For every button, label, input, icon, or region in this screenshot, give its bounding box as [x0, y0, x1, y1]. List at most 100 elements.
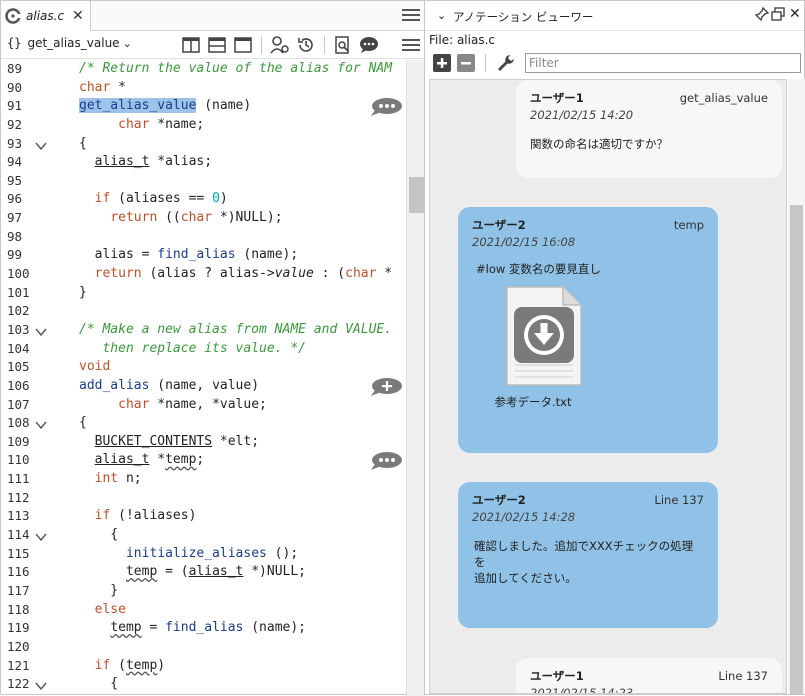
line-number: 108 — [7, 415, 30, 431]
code-line[interactable]: 114 { — [1, 526, 406, 545]
line-number: 90 — [7, 79, 23, 95]
fold-toggle-icon[interactable] — [35, 679, 47, 696]
code-line[interactable]: 105 void — [1, 358, 406, 377]
function-selector-value: get_alias_value — [27, 36, 120, 50]
code-line[interactable]: 101} — [1, 284, 406, 303]
user-settings-icon[interactable] — [270, 35, 290, 55]
code-line[interactable]: 112 — [1, 489, 406, 508]
add-annotation-icon[interactable] — [433, 54, 451, 72]
function-selector[interactable]: {} get_alias_value ⌄ — [7, 36, 132, 50]
code-line[interactable]: 102 — [1, 302, 406, 321]
editor-scrollbar[interactable] — [406, 60, 425, 696]
annotation-date: 2021/02/15 14:23 — [530, 686, 634, 694]
code-line[interactable]: 90 char * — [1, 79, 406, 98]
restore-window-icon[interactable] — [771, 7, 785, 21]
code-line[interactable]: 96 if (aliases == 0) — [1, 190, 406, 209]
line-number: 112 — [7, 489, 30, 505]
code-line[interactable]: 106 add_alias (name, value) — [1, 377, 406, 396]
code-line[interactable]: 119 temp = find_alias (name); — [1, 619, 406, 638]
annotation-card[interactable]: ユーザー2 Line 137 2021/02/15 14:28 確認しました。追… — [458, 482, 718, 628]
code-text: alias_t *temp; — [94, 452, 205, 468]
code-line[interactable]: 111 int n; — [1, 470, 406, 489]
attachment-filename[interactable]: 参考データ.txt — [472, 394, 594, 410]
code-text: int n; — [94, 471, 142, 487]
line-number: 100 — [7, 266, 30, 282]
annotation-list[interactable]: ユーザー1 get_alias_value 2021/02/15 14:20 関… — [429, 79, 787, 694]
code-line[interactable]: 121 if (temp) — [1, 657, 406, 676]
wrench-icon[interactable] — [496, 53, 516, 73]
close-icon[interactable]: ✕ — [72, 8, 84, 24]
code-text: alias_t *alias; — [94, 154, 213, 170]
code-text: return (alias ? alias->value : (char * — [94, 266, 393, 282]
code-line[interactable]: 104 then replace its value. */ — [1, 340, 406, 359]
code-line[interactable]: 92 char *name; — [1, 116, 406, 135]
code-line[interactable]: 93 { — [1, 135, 406, 154]
chevron-down-icon[interactable]: ⌄ — [437, 9, 446, 22]
line-number: 104 — [7, 340, 30, 356]
code-line[interactable]: 95 — [1, 172, 406, 191]
annotation-viewer-panel: ⌄ アノテーション ビューワー ✕ File: alias.c ユーザー1 ge… — [424, 0, 805, 695]
annotation-card[interactable]: ユーザー1 Line 137 2021/02/15 14:23 — [516, 658, 782, 694]
code-line[interactable]: 107 char *name, *value; — [1, 396, 406, 415]
braces-icon: {} — [7, 36, 22, 50]
line-number: 113 — [7, 508, 30, 524]
close-icon[interactable]: ✕ — [789, 6, 801, 22]
code-line[interactable]: 118 else — [1, 601, 406, 620]
line-number: 91 — [7, 98, 23, 114]
code-line[interactable]: 115 initialize_aliases (); — [1, 545, 406, 564]
annotation-author: ユーザー2 — [472, 218, 526, 232]
panel-title: アノテーション ビューワー — [453, 10, 594, 24]
history-icon[interactable] — [296, 35, 316, 55]
code-line[interactable]: 109 BUCKET_CONTENTS *elt; — [1, 433, 406, 452]
code-line[interactable]: 99 alias = find_alias (name); — [1, 246, 406, 265]
code-line[interactable]: 110 alias_t *temp; — [1, 451, 406, 471]
tab-alias-c[interactable]: alias.c ✕ — [1, 1, 91, 31]
code-text: /* Make a new alias from NAME and VALUE. — [79, 321, 393, 337]
editor-scrollbar-thumb[interactable] — [409, 177, 424, 213]
line-number: 105 — [7, 359, 30, 375]
code-line[interactable]: 97 return ((char *)NULL); — [1, 209, 406, 228]
panel-scrollbar-thumb[interactable] — [790, 205, 803, 695]
code-text: temp = find_alias (name); — [110, 620, 307, 636]
code-text: temp = (alias_t *)NULL; — [125, 564, 307, 580]
code-line[interactable]: 113 if (!aliases) — [1, 507, 406, 526]
hamburger-menu-icon[interactable] — [401, 37, 421, 53]
code-text: if (temp) — [94, 657, 166, 673]
code-area[interactable]: 89 /* Return the value of the alias for N… — [1, 60, 406, 696]
document-search-icon[interactable] — [333, 35, 353, 55]
line-number: 89 — [7, 61, 23, 76]
split-vertical-icon[interactable] — [181, 35, 201, 55]
single-pane-icon[interactable] — [233, 35, 253, 55]
editor-tab-bar: alias.c ✕ — [1, 1, 424, 31]
code-line[interactable]: 89 /* Return the value of the alias for N… — [1, 60, 406, 79]
line-number: 99 — [7, 247, 23, 263]
annotation-card[interactable]: ユーザー1 get_alias_value 2021/02/15 14:20 関… — [516, 80, 782, 178]
code-line[interactable]: 116 temp = (alias_t *)NULL; — [1, 563, 406, 582]
code-line[interactable]: 117 } — [1, 582, 406, 601]
panel-header: ⌄ アノテーション ビューワー ✕ — [425, 1, 804, 31]
code-line[interactable]: 91 get_alias_value (name) — [1, 97, 406, 117]
code-line[interactable]: 108 { — [1, 414, 406, 433]
code-text: if (!aliases) — [94, 508, 197, 524]
file-download-icon[interactable] — [505, 285, 583, 387]
line-number: 94 — [7, 154, 23, 170]
comment-icon[interactable] — [359, 35, 379, 55]
code-line[interactable]: 94 alias_t *alias; — [1, 153, 406, 172]
attachment[interactable]: 参考データ.txt — [494, 285, 594, 410]
code-line[interactable]: 120 — [1, 638, 406, 657]
code-line[interactable]: 100 return (alias ? alias->value : (char… — [1, 265, 406, 284]
filter-input[interactable] — [525, 53, 801, 73]
code-text: add_alias (name, value) — [79, 377, 260, 393]
annotation-card[interactable]: ユーザー2 temp 2021/02/15 16:08 #low 変数名の要見直… — [458, 207, 718, 453]
code-text: BUCKET_CONTENTS *elt; — [94, 433, 260, 449]
code-line[interactable]: 122 { — [1, 675, 406, 694]
remove-annotation-icon[interactable] — [457, 54, 475, 72]
pin-icon[interactable] — [755, 7, 769, 21]
line-number: 121 — [7, 657, 30, 673]
hamburger-menu-icon[interactable] — [401, 7, 421, 23]
code-line[interactable]: 98 — [1, 228, 406, 247]
panel-scrollbar[interactable] — [788, 79, 805, 695]
annotation-target: Line 137 — [718, 669, 768, 683]
code-line[interactable]: 103 /* Make a new alias from NAME and VAL… — [1, 321, 406, 340]
split-horizontal-icon[interactable] — [207, 35, 227, 55]
